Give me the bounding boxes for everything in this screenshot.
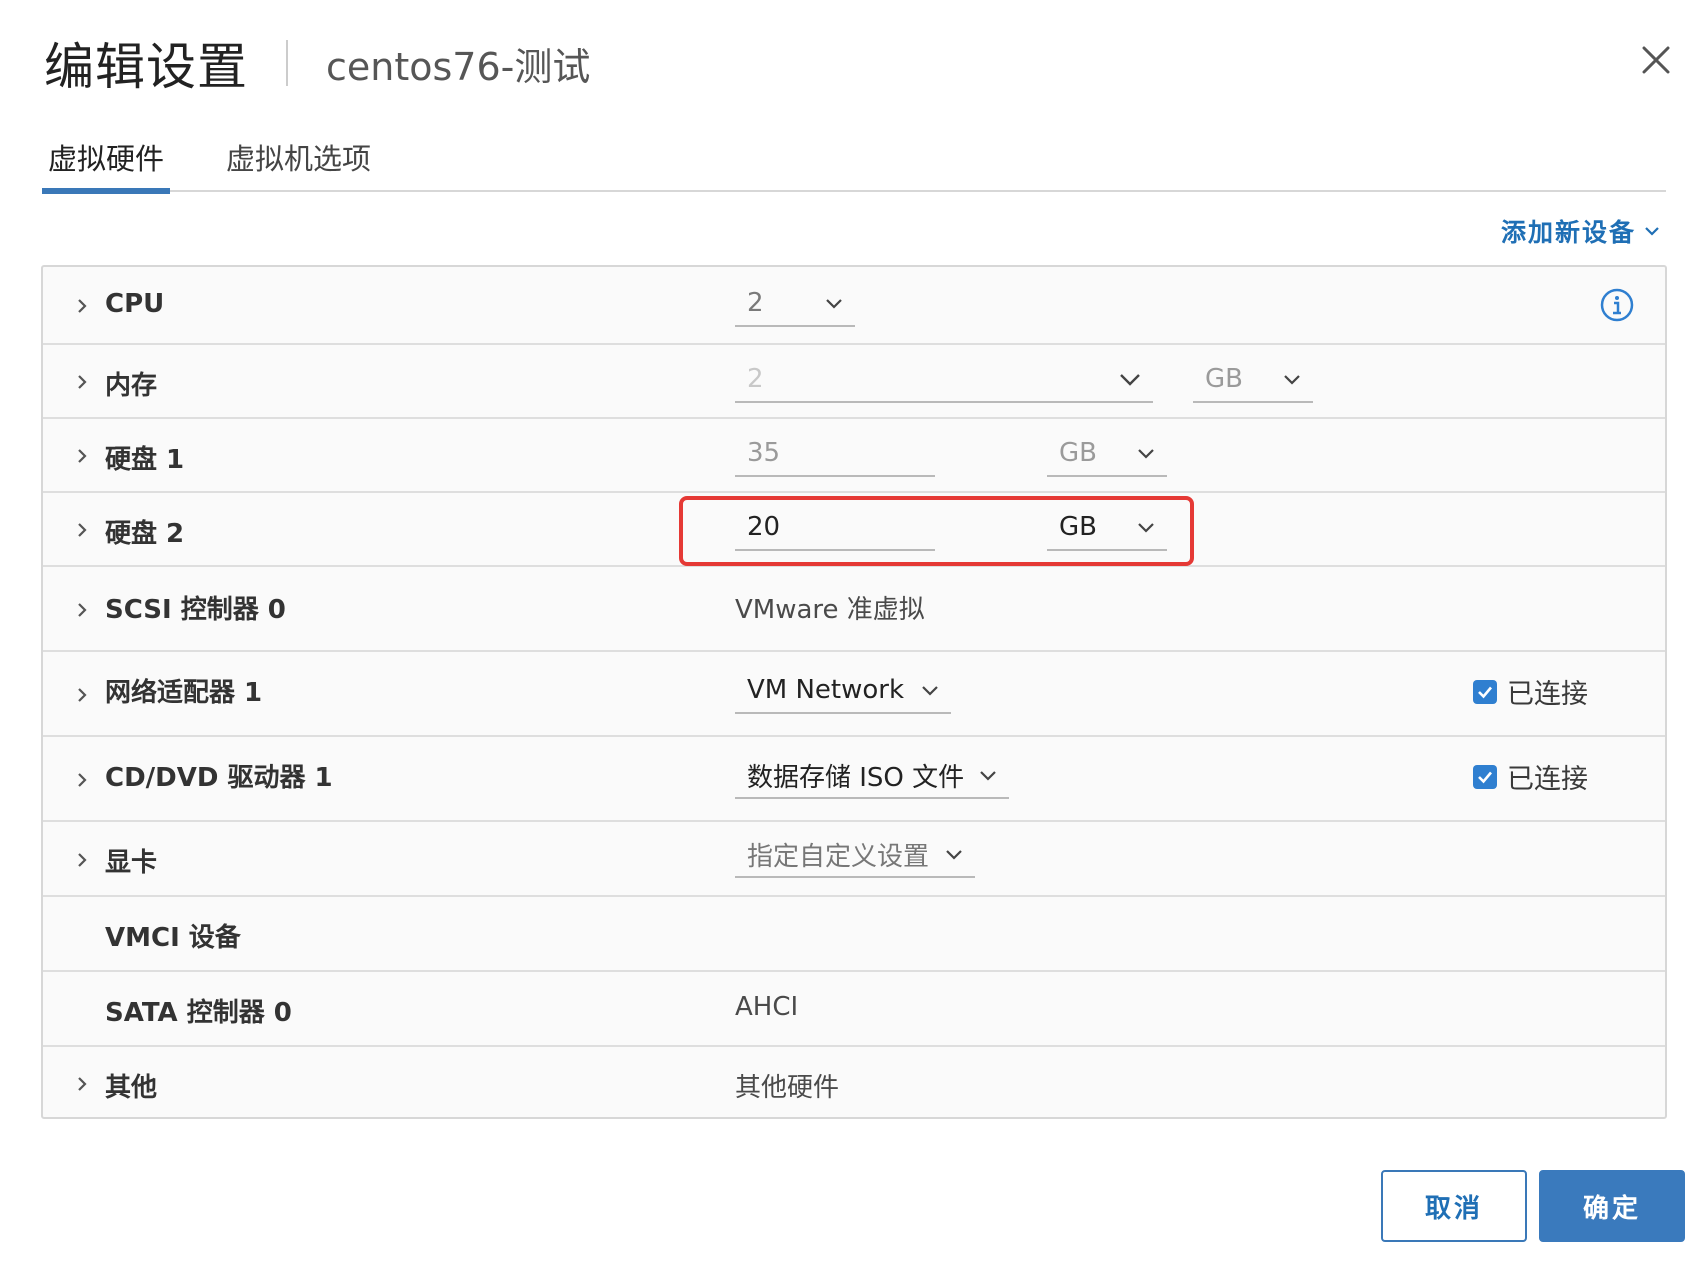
chevron-down-icon (922, 686, 938, 696)
cancel-button[interactable]: 取消 (1381, 1170, 1527, 1242)
cddvd-media-select[interactable]: 数据存储 ISO 文件 (735, 753, 1009, 799)
chevron-right-icon[interactable] (73, 851, 91, 869)
disk2-unit-select[interactable]: GB (1047, 505, 1167, 551)
cpu-count-value: 2 (747, 288, 764, 318)
hardware-row-cpu: CPU 2 (43, 267, 1665, 345)
chevron-down-icon (826, 299, 842, 309)
memory-size-select[interactable]: 2 (735, 357, 1153, 403)
checkmark-icon (1473, 679, 1497, 704)
chevron-down-icon (980, 771, 996, 781)
cpu-count-select[interactable]: 2 (735, 281, 855, 327)
chevron-right-icon[interactable] (73, 686, 91, 704)
info-icon[interactable] (1599, 287, 1635, 323)
cddvd-connected-label: 已连接 (1507, 764, 1588, 795)
chevron-right-icon[interactable] (73, 297, 91, 315)
close-icon[interactable] (1636, 40, 1676, 80)
network-select[interactable]: VM Network (735, 668, 951, 714)
chevron-down-icon (1138, 449, 1154, 459)
row-label-disk2: 硬盘 2 (105, 519, 185, 549)
disk1-unit-select[interactable]: GB (1047, 431, 1167, 477)
chevron-right-icon[interactable] (73, 601, 91, 619)
hardware-row-vmci: VMCI 设备 (43, 897, 1665, 972)
hardware-row-scsi: SCSI 控制器 0 VMware 准虚拟 (43, 567, 1665, 652)
disk2-unit-value: GB (1059, 512, 1097, 542)
tab-vm-options[interactable]: 虚拟机选项 (220, 130, 377, 192)
row-label-disk1: 硬盘 1 (105, 445, 185, 475)
sata-type-value: AHCI (735, 992, 799, 1022)
cddvd-media-value: 数据存储 ISO 文件 (747, 762, 965, 793)
hardware-row-disk1: 硬盘 1 35 GB (43, 419, 1665, 493)
ok-button[interactable]: 确定 (1539, 1170, 1685, 1242)
memory-size-value: 2 (747, 364, 764, 394)
network-value: VM Network (747, 675, 905, 705)
row-label-scsi: SCSI 控制器 0 (105, 595, 286, 625)
hardware-row-network: 网络适配器 1 VM Network 已连接 (43, 652, 1665, 737)
chevron-down-icon (1138, 523, 1154, 533)
scsi-type-value: VMware 准虚拟 (735, 595, 925, 625)
chevron-down-icon (1120, 374, 1140, 386)
video-settings-value: 指定自定义设置 (747, 841, 930, 872)
vm-name: centos76-测试 (326, 44, 591, 89)
add-new-device-label: 添加新设备 (1500, 218, 1636, 247)
hardware-row-cddvd: CD/DVD 驱动器 1 数据存储 ISO 文件 已连接 (43, 737, 1665, 822)
row-label-network: 网络适配器 1 (105, 678, 263, 708)
disk1-size-input[interactable]: 35 (735, 431, 935, 477)
chevron-down-icon (1284, 375, 1300, 385)
memory-unit-select[interactable]: GB (1193, 357, 1313, 403)
row-label-memory: 内存 (105, 371, 158, 401)
disk2-size-input[interactable]: 20 (735, 505, 935, 551)
row-label-cddvd: CD/DVD 驱动器 1 (105, 763, 333, 793)
network-connected-checkbox[interactable]: 已连接 (1473, 672, 1588, 711)
dialog-header: 编辑设置 centos76-测试 (44, 28, 590, 98)
network-connected-label: 已连接 (1507, 679, 1588, 710)
chevron-right-icon[interactable] (73, 1075, 91, 1093)
add-new-device-button[interactable]: 添加新设备 (1501, 213, 1660, 249)
disk1-unit-value: GB (1059, 438, 1097, 468)
row-label-vmci: VMCI 设备 (105, 923, 241, 953)
hardware-row-memory: 内存 2 GB (43, 345, 1665, 419)
hardware-row-other: 其他 其他硬件 (43, 1047, 1665, 1117)
other-hardware-value: 其他硬件 (735, 1073, 840, 1103)
row-label-other: 其他 (105, 1073, 158, 1103)
cddvd-connected-checkbox[interactable]: 已连接 (1473, 757, 1588, 796)
chevron-right-icon[interactable] (73, 771, 91, 789)
memory-unit-value: GB (1205, 364, 1243, 394)
video-settings-select[interactable]: 指定自定义设置 (735, 832, 975, 878)
hardware-table: CPU 2 内存 2 GB 硬盘 1 35 GB 硬盘 2 20 GB SCSI… (41, 265, 1667, 1119)
hardware-row-disk2: 硬盘 2 20 GB (43, 493, 1665, 567)
hardware-row-sata: SATA 控制器 0 AHCI (43, 972, 1665, 1047)
chevron-right-icon[interactable] (73, 447, 91, 465)
checkmark-icon (1473, 764, 1497, 789)
row-label-sata: SATA 控制器 0 (105, 998, 292, 1028)
hardware-row-video: 显卡 指定自定义设置 (43, 822, 1665, 897)
chevron-right-icon[interactable] (73, 373, 91, 391)
row-label-video: 显卡 (105, 848, 158, 878)
title-separator (286, 40, 288, 86)
tab-virtual-hardware[interactable]: 虚拟硬件 (42, 130, 171, 194)
chevron-right-icon[interactable] (73, 521, 91, 539)
row-label-cpu: CPU (105, 289, 165, 319)
chevron-down-icon (946, 850, 962, 860)
chevron-down-icon (1645, 227, 1659, 236)
tab-bar: 虚拟硬件 虚拟机选项 (42, 130, 1666, 194)
dialog-title: 编辑设置 (44, 38, 248, 96)
